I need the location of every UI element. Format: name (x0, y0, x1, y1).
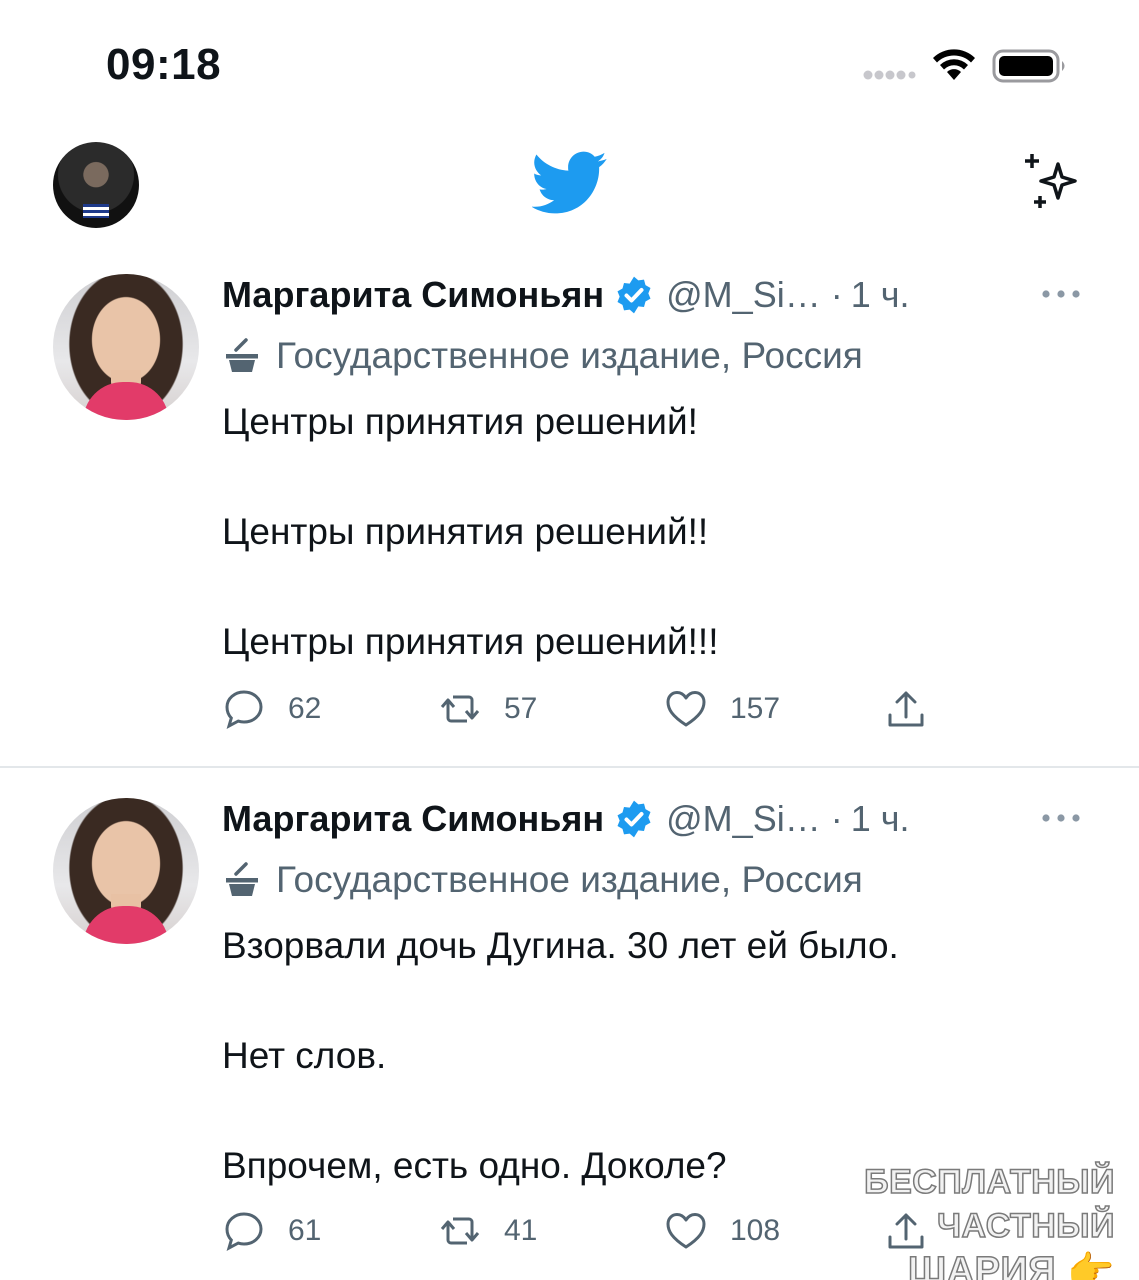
share-icon (888, 691, 924, 727)
tweet-header: Маргарита Симоньян @M_Si… · 1 ч. (222, 272, 910, 318)
author-name[interactable]: Маргарита Симоньян (222, 274, 604, 316)
author-handle[interactable]: @M_Si… (666, 274, 821, 316)
reply-button[interactable]: 62 (222, 684, 321, 734)
heart-icon (666, 691, 706, 727)
verified-badge-icon (617, 800, 651, 838)
retweet-count: 41 (504, 1214, 538, 1247)
tweet-paragraph: Центры принятия решений!! (222, 511, 709, 552)
profile-avatar[interactable] (53, 142, 139, 228)
reply-icon (225, 1212, 263, 1251)
reply-button[interactable]: 61 (222, 1206, 321, 1256)
retweet-count: 57 (504, 692, 538, 725)
state-media-icon (226, 862, 258, 896)
reply-count: 61 (288, 1214, 322, 1247)
retweet-icon (440, 1217, 480, 1245)
tweet-time[interactable]: 1 ч. (851, 274, 910, 316)
tweet-time[interactable]: 1 ч. (851, 798, 910, 840)
cellular-signal-icon (863, 70, 916, 80)
tweet-actions: 62 57 157 (222, 684, 942, 734)
watermark-line: БЕСПЛАТНЫЙ ЧАСТНЫЙ (863, 1162, 1115, 1246)
twitter-bird-icon (532, 151, 607, 214)
separator: · (830, 798, 843, 839)
wifi-icon (933, 49, 975, 80)
share-button[interactable] (884, 684, 928, 734)
state-media-label-row[interactable]: Государственное издание, Россия (222, 856, 863, 904)
state-media-icon (226, 338, 258, 372)
tweet-header: Маргарита Симоньян @M_Si… · 1 ч. (222, 796, 910, 842)
status-time: 09:18 (106, 40, 222, 89)
author-name[interactable]: Маргарита Симоньян (222, 798, 604, 840)
tweet-paragraph: Нет слов. (222, 1035, 387, 1076)
retweet-button[interactable]: 57 (438, 684, 537, 734)
battery-icon (992, 49, 1065, 83)
tweet-paragraph: Центры принятия решений!!! (222, 621, 719, 662)
retweet-button[interactable]: 41 (438, 1206, 537, 1256)
watermark: БЕСПЛАТНЫЙ ЧАСТНЫЙ ШАРИЯ 👉 Sharij.net (725, 1160, 1115, 1280)
state-media-label: Государственное издание, Россия (276, 335, 863, 376)
tweet-divider (0, 766, 1139, 768)
watermark-line: ШАРИЯ 👉 Sharij.net (907, 1249, 1115, 1280)
reply-count: 62 (288, 692, 322, 725)
author-handle[interactable]: @M_Si… (666, 798, 821, 840)
separator: · (830, 274, 843, 315)
author-avatar[interactable] (53, 274, 199, 420)
tweet-paragraph: Взорвали дочь Дугина. 30 лет ей было. (222, 925, 899, 966)
tweet-text: Центры принятия решений! Центры принятия… (222, 394, 1102, 669)
state-media-label: Государственное издание, Россия (276, 859, 863, 900)
heart-icon (666, 1213, 706, 1249)
author-avatar[interactable] (53, 798, 199, 944)
verified-badge-icon (617, 276, 651, 314)
tweet[interactable]: Маргарита Симоньян @M_Si… · 1 ч. Государ… (0, 258, 1139, 766)
more-options-icon[interactable] (1040, 288, 1082, 300)
retweet-icon (440, 695, 480, 723)
tweet-paragraph: Центры принятия решений! (222, 401, 698, 442)
like-button[interactable]: 157 (664, 684, 780, 734)
reply-icon (225, 690, 263, 729)
like-count: 157 (730, 692, 781, 725)
sparkle-icon[interactable] (1020, 150, 1086, 216)
more-options-icon[interactable] (1040, 812, 1082, 824)
state-media-label-row[interactable]: Государственное издание, Россия (222, 332, 863, 380)
tweet-text: Взорвали дочь Дугина. 30 лет ей было. Не… (222, 918, 1102, 1193)
flag-decoration (83, 204, 109, 218)
